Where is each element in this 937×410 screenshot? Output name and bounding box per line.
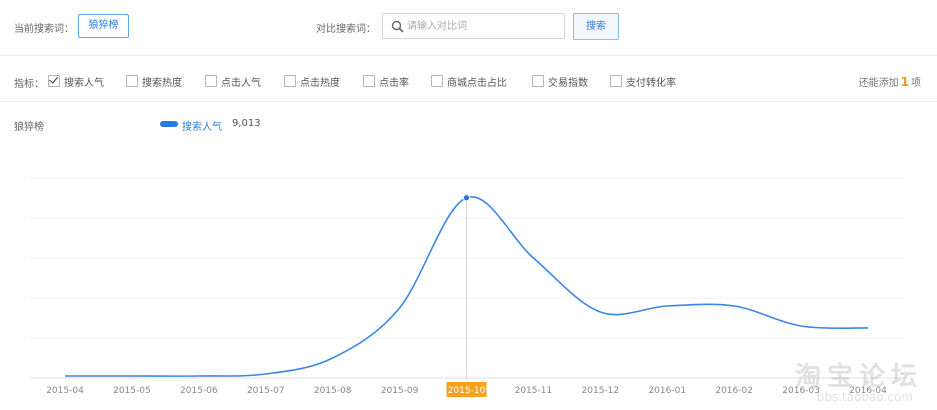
data-point-highlight [462, 194, 471, 202]
metric-label: 点击热度 [300, 77, 340, 89]
x-tick-label: 2016-04 [849, 386, 887, 396]
x-tick-label: 2016-03 [782, 386, 820, 396]
x-tick-label: 2015-09 [381, 386, 419, 396]
metric-search-popularity[interactable]: 搜索人气 [48, 73, 104, 89]
metrics-label: 指标： [14, 79, 44, 90]
remaining-prefix: 还能添加 [858, 78, 899, 89]
search-icon [391, 20, 404, 33]
metric-checkbox[interactable] [205, 75, 217, 87]
remaining-suffix: 项 [911, 78, 921, 89]
metric-label: 交易指数 [548, 77, 588, 89]
legend-swatch[interactable] [160, 121, 178, 127]
metric-checkbox[interactable] [284, 75, 296, 87]
metric-mall-click-ratio[interactable]: 商城点击占比 [431, 73, 507, 89]
divider [0, 101, 937, 102]
x-tick-label: 2015-08 [314, 386, 352, 396]
check-icon [49, 74, 58, 84]
metric-label: 商城点击占比 [447, 77, 507, 89]
metric-checkbox[interactable] [363, 75, 375, 87]
legend-series-name[interactable]: 搜索人气 [182, 118, 222, 133]
remaining-count: 1 [900, 75, 909, 89]
metric-label: 点击率 [379, 77, 409, 89]
x-tick-label: 2015-05 [113, 386, 151, 396]
legend-keyword: 狼猝榜 [14, 122, 44, 133]
metric-label: 支付转化率 [626, 77, 676, 89]
metric-checkbox[interactable] [126, 75, 138, 87]
metrics-row: 指标： 搜索人气 搜索热度 点击人气 点击热度 点击率 商城点击占比 交易指数 … [0, 64, 937, 94]
search-button[interactable]: 搜索 [573, 13, 619, 40]
metric-click-popularity[interactable]: 点击人气 [205, 73, 261, 89]
metric-click-heat[interactable]: 点击热度 [284, 73, 340, 89]
compare-keyword-label: 对比搜索词： [316, 24, 376, 35]
x-tick-label: 2015-06 [180, 386, 218, 396]
metric-checkbox[interactable] [610, 75, 622, 87]
chart-legend: 狼猝榜 搜索人气 9,013 [0, 112, 937, 136]
metric-label: 点击人气 [221, 77, 261, 89]
x-tick-label: 2016-02 [715, 386, 753, 396]
metric-search-heat[interactable]: 搜索热度 [126, 73, 182, 89]
metric-checkbox[interactable] [48, 74, 60, 87]
x-tick-label: 2015-11 [515, 386, 553, 396]
trend-chart[interactable]: 2015-04 2015-05 2015-06 2015-07 2015-08 2015-… [0, 150, 937, 410]
legend-series-value: 9,013 [232, 118, 261, 129]
x-tick-label: 2015-12 [582, 386, 620, 396]
metrics-remaining: 还能添加 1 项 [859, 74, 921, 89]
compare-search-box[interactable] [382, 13, 565, 39]
metric-checkbox[interactable] [532, 75, 544, 87]
x-tick-label: 2015-04 [46, 386, 84, 396]
metric-label: 搜索热度 [142, 77, 182, 89]
divider [0, 55, 937, 56]
metric-click-rate[interactable]: 点击率 [363, 73, 409, 89]
compare-keyword-input[interactable] [407, 17, 559, 35]
metric-payment-conversion[interactable]: 支付转化率 [610, 73, 676, 89]
current-keyword-label: 当前搜索词： [14, 24, 74, 35]
x-tick-label: 2015-10 [448, 386, 486, 396]
x-tick-label: 2015-07 [247, 386, 285, 396]
current-keyword-tag[interactable]: 狼猝榜 [78, 14, 129, 38]
search-header: 当前搜索词： 狼猝榜 对比搜索词： 搜索 [0, 0, 937, 55]
x-tick-label: 2016-01 [648, 386, 686, 396]
metric-checkbox[interactable] [431, 75, 443, 87]
metric-trade-index[interactable]: 交易指数 [532, 73, 588, 89]
metric-label: 搜索人气 [64, 77, 104, 89]
